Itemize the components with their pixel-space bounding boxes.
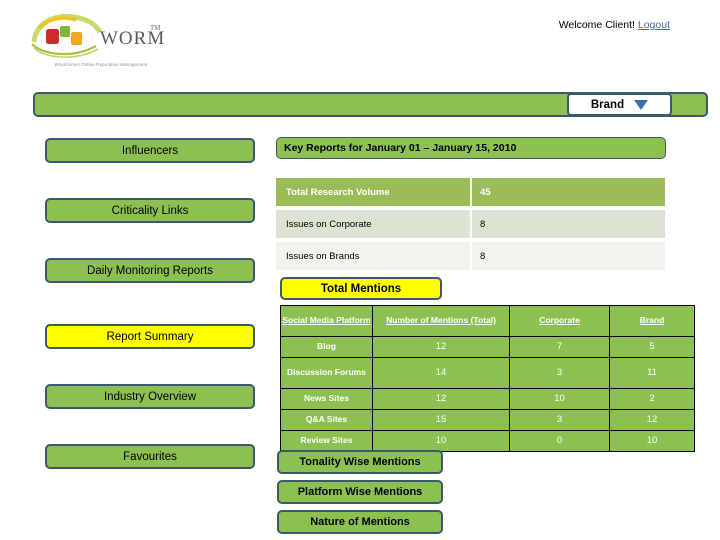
sidebar-item-favourites[interactable]: Favourites <box>45 444 255 469</box>
sidebar-item-label: Criticality Links <box>111 204 189 217</box>
sidebar-item-industry-overview[interactable]: Industry Overview <box>45 384 255 409</box>
table-row: Issues on Brands 8 <box>276 242 665 270</box>
key-stat-value: 8 <box>472 242 665 270</box>
tonality-wise-mentions-button[interactable]: Tonality Wise Mentions <box>277 450 443 474</box>
total-mentions-label: Total Mentions <box>320 282 402 295</box>
total-mentions-button[interactable]: Total Mentions <box>280 277 442 300</box>
sidebar-item-influencers[interactable]: Influencers <box>45 138 255 163</box>
table-row: Blog 12 7 5 <box>280 336 695 358</box>
column-header-platform[interactable]: Social Media Platform <box>280 305 373 337</box>
table-row: Issues on Corporate 8 <box>276 210 665 238</box>
table-row: News Sites 12 10 2 <box>280 388 695 410</box>
key-stat-value: 45 <box>472 178 665 206</box>
sidebar-item-label: Report Summary <box>106 330 194 343</box>
cell-platform: News Sites <box>280 388 373 410</box>
cell-corporate: 10 <box>509 388 610 410</box>
key-stat-label: Issues on Brands <box>276 242 470 270</box>
cell-platform: Review Sites <box>280 430 373 452</box>
table-row: Q&A Sites 15 3 12 <box>280 409 695 431</box>
cell-total: 14 <box>372 357 510 389</box>
report-title-bar: Key Reports for January 01 – January 15,… <box>276 137 666 159</box>
cell-total: 10 <box>372 430 510 452</box>
key-stat-label: Issues on Corporate <box>276 210 470 238</box>
page-title: Key Reports for January 01 – January 15,… <box>284 142 517 154</box>
sidebar-item-label: Favourites <box>123 450 177 463</box>
brand-dropdown-label: Brand <box>590 98 625 111</box>
welcome-text: Welcome Client! <box>558 19 635 31</box>
sidebar-item-label: Daily Monitoring Reports <box>87 264 213 277</box>
mentions-table: Social Media Platform Number of Mentions… <box>280 305 695 452</box>
cell-corporate: 7 <box>509 336 610 358</box>
cell-platform: Q&A Sites <box>280 409 373 431</box>
top-nav-bar: Brand <box>33 92 708 117</box>
sidebar-item-label: Influencers <box>121 144 179 157</box>
column-header-brand[interactable]: Brand <box>609 305 695 337</box>
logo-tagline: Windchimes Online Reputation Management <box>54 62 148 67</box>
worm-logo-icon <box>31 13 103 58</box>
table-header-row: Social Media Platform Number of Mentions… <box>280 305 695 337</box>
cell-platform: Discussion Forums <box>280 357 373 389</box>
cell-corporate: 3 <box>509 357 610 389</box>
table-row: Review Sites 10 0 10 <box>280 430 695 452</box>
key-stat-value: 8 <box>472 210 665 238</box>
logout-link[interactable]: Logout <box>638 19 670 31</box>
cell-brand: 11 <box>609 357 695 389</box>
button-label: Nature of Mentions <box>310 516 410 528</box>
cell-total: 12 <box>372 336 510 358</box>
column-header-corporate[interactable]: Corporate <box>509 305 610 337</box>
table-row: Discussion Forums 14 3 11 <box>280 357 695 389</box>
sidebar-item-label: Industry Overview <box>103 390 197 403</box>
sidebar-item-report-summary[interactable]: Report Summary <box>45 324 255 349</box>
cell-brand: 10 <box>609 430 695 452</box>
button-label: Tonality Wise Mentions <box>299 456 421 468</box>
platform-wise-mentions-button[interactable]: Platform Wise Mentions <box>277 480 443 504</box>
app-logo: WORM TM Windchimes Online Reputation Man… <box>30 12 165 74</box>
cell-platform: Blog <box>280 336 373 358</box>
cell-corporate: 0 <box>509 430 610 452</box>
welcome-bar: Welcome Client! Logout <box>559 19 670 31</box>
sidebar-item-daily-monitoring-reports[interactable]: Daily Monitoring Reports <box>45 258 255 283</box>
cell-brand: 2 <box>609 388 695 410</box>
brand-dropdown[interactable]: Brand <box>567 93 672 116</box>
logo-trademark: TM <box>150 24 161 32</box>
cell-brand: 5 <box>609 336 695 358</box>
chevron-down-icon <box>634 99 649 110</box>
column-header-total-mentions[interactable]: Number of Mentions (Total) <box>372 305 510 337</box>
cell-total: 15 <box>372 409 510 431</box>
cell-total: 12 <box>372 388 510 410</box>
cell-corporate: 3 <box>509 409 610 431</box>
sidebar-item-criticality-links[interactable]: Criticality Links <box>45 198 255 223</box>
key-stat-label: Total Research Volume <box>276 178 470 206</box>
nature-of-mentions-button[interactable]: Nature of Mentions <box>277 510 443 534</box>
button-label: Platform Wise Mentions <box>297 486 423 498</box>
cell-brand: 12 <box>609 409 695 431</box>
table-row: Total Research Volume 45 <box>276 178 665 206</box>
key-stats-table: Total Research Volume 45 Issues on Corpo… <box>276 178 665 274</box>
